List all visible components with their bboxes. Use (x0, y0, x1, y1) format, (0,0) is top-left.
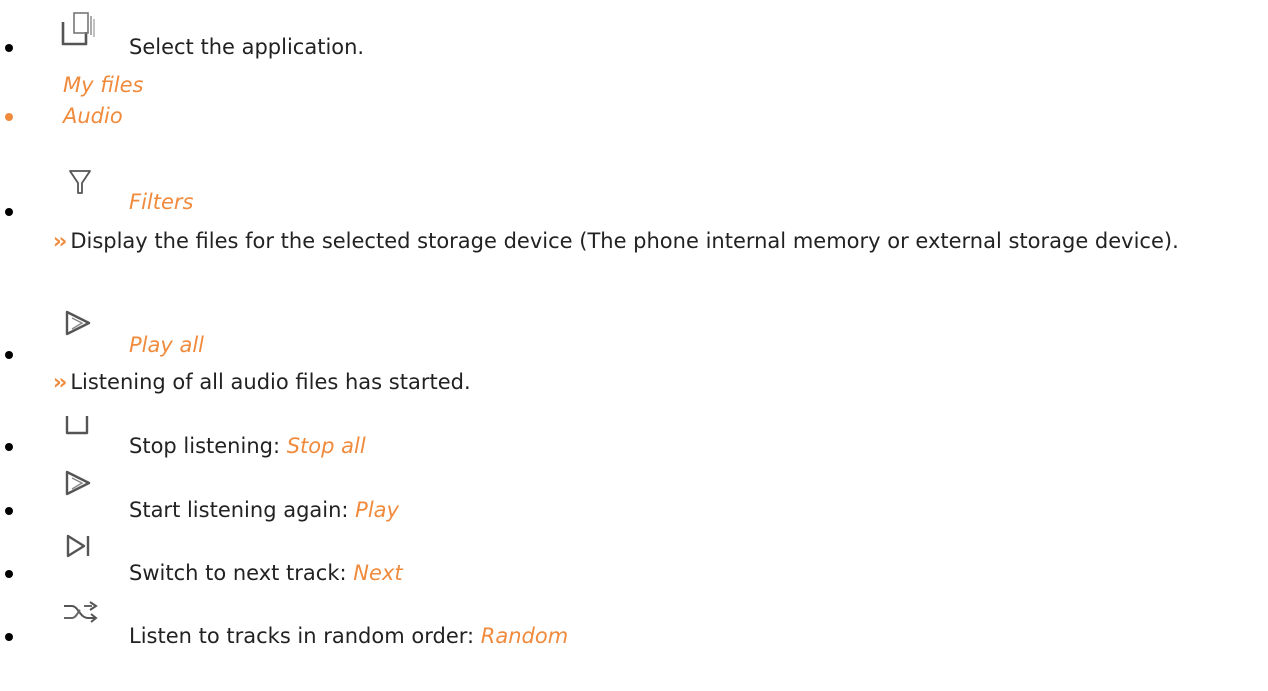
menu-path-play-all: Play all (129, 333, 205, 357)
bullet (5, 113, 13, 121)
shuffle-icon (64, 601, 98, 623)
bullet (5, 351, 13, 359)
action-label: Start listening again: (129, 498, 356, 522)
step-result: ›› Display the files for the selected sto… (53, 226, 1263, 256)
bullet (5, 507, 13, 515)
menu-path-audio: Audio (63, 104, 123, 128)
bullet (5, 570, 13, 578)
apps-icon (61, 12, 95, 46)
action-text: Switch to next track: Next (129, 560, 403, 586)
action-option-random: Random (480, 624, 569, 648)
step-result: ›› Listening of all audio files has start… (53, 369, 471, 395)
play-all-icon (65, 310, 91, 336)
bullet (5, 443, 13, 451)
menu-path-filters: Filters (129, 190, 194, 214)
action-option-play: Play (355, 498, 399, 522)
result-text: Listening of all audio files has started… (70, 370, 471, 394)
bullet (5, 633, 13, 641)
filter-icon (69, 170, 91, 194)
action-label: Listen to tracks in random order: (129, 624, 481, 648)
action-text: Start listening again: Play (129, 497, 399, 523)
result-arrow: ›› (53, 229, 67, 253)
bullet (5, 208, 13, 216)
action-text: Stop listening: Stop all (129, 433, 366, 459)
action-option-next: Next (353, 561, 403, 585)
menu-path-my-files: My files (63, 73, 144, 97)
result-arrow: ›› (53, 370, 67, 394)
action-option-stop-all: Stop all (286, 434, 366, 458)
play-icon (65, 470, 91, 496)
action-text: Listen to tracks in random order: Random (129, 623, 568, 649)
result-text: Display the files for the selected stora… (70, 229, 1179, 253)
instruction-list: Select the application. My files Audio F… (0, 0, 1268, 691)
action-label: Switch to next track: (129, 561, 354, 585)
action-label: Stop listening: (129, 434, 287, 458)
stop-icon (65, 416, 89, 435)
step-text: Select the application. (129, 35, 365, 59)
bullet (5, 44, 13, 52)
next-icon (66, 534, 90, 558)
